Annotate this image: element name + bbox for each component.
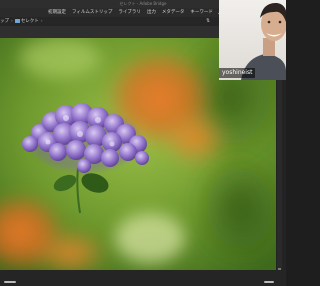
vertical-scrollbar[interactable] — [277, 80, 282, 272]
participant-name: yoshineist — [219, 68, 256, 78]
zoom-slider[interactable] — [4, 281, 16, 283]
breadcrumb-current[interactable]: セレクト — [21, 17, 39, 26]
tab-output[interactable]: 出力 — [144, 8, 159, 17]
bridge-window: セレクト - Adobe Bridge 初期設定 フィルムストリップ ライブラリ… — [0, 0, 286, 286]
tab-library[interactable]: ライブラリ — [115, 8, 144, 17]
workspace-tabs: 初期設定 フィルムストリップ ライブラリ 出力 メタデータ キーワード ⌄ — [45, 8, 221, 17]
breadcrumb-separator-icon: › — [11, 19, 13, 24]
bottom-toolbar — [0, 270, 286, 286]
breadcrumb-parent[interactable]: ップ — [0, 17, 9, 26]
webcam-overlay: yoshineist — [219, 0, 286, 80]
tab-keywords[interactable]: キーワード — [187, 8, 216, 17]
folder-icon — [14, 19, 20, 23]
tab-filmstrip[interactable]: フィルムストリップ — [69, 8, 115, 17]
sort-icon[interactable]: ⇅ — [206, 19, 210, 24]
view-toggle[interactable] — [264, 281, 274, 283]
tab-metadata[interactable]: メタデータ — [159, 8, 188, 17]
tab-default[interactable]: 初期設定 — [45, 8, 69, 17]
breadcrumb-chevron-icon[interactable]: › — [41, 19, 43, 24]
